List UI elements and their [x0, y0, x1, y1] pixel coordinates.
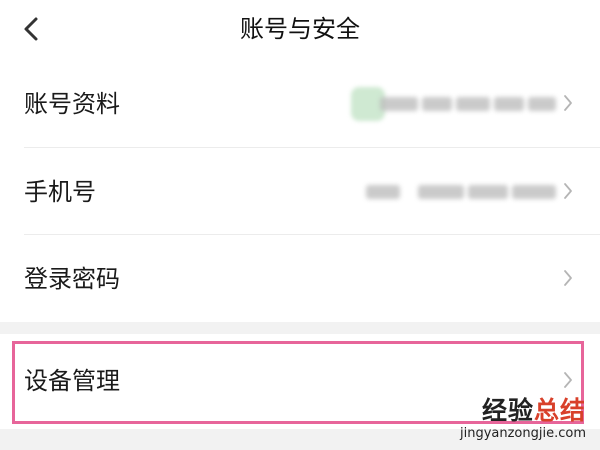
watermark-url: jingyanzongjie.com [459, 426, 586, 441]
settings-item-label: 登录密码 [24, 265, 120, 293]
chevron-right-icon [563, 370, 573, 390]
settings-item-login-password[interactable]: 登录密码 [0, 235, 600, 322]
settings-item-label: 手机号 [24, 178, 96, 206]
watermark-title: 经验总结 [481, 396, 586, 425]
chevron-right-icon [563, 93, 573, 113]
account-profile-value [380, 93, 556, 115]
page-title: 账号与安全 [240, 15, 360, 43]
header-bar: 账号与安全 [0, 0, 600, 60]
settings-item-label: 账号资料 [24, 90, 120, 118]
chevron-right-icon [563, 268, 573, 288]
phone-value [366, 181, 556, 203]
settings-group-account: 账号资料 手机号 登录密码 [0, 60, 600, 322]
watermark: 经验总结 jingyanzongjie.com [460, 396, 586, 442]
chevron-right-icon [563, 181, 573, 201]
settings-item-account-profile[interactable]: 账号资料 [0, 60, 600, 148]
settings-item-label: 设备管理 [24, 367, 120, 395]
settings-item-phone[interactable]: 手机号 [0, 148, 600, 235]
